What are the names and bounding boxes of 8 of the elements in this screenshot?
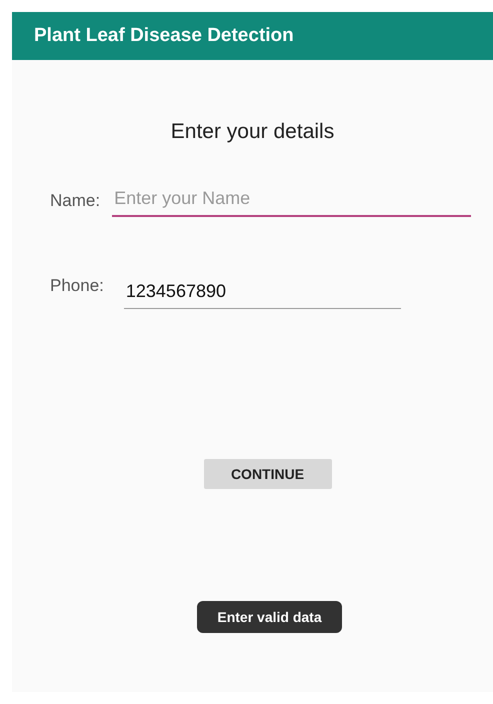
app-title: Plant Leaf Disease Detection: [34, 25, 294, 47]
input-field[interactable]: 1234567890: [124, 277, 401, 309]
field-label: Phone:: [50, 276, 104, 296]
input-field[interactable]: Enter your Name: [112, 184, 472, 217]
toast-message: Enter valid data: [197, 601, 342, 633]
form-heading: Enter your details: [170, 120, 336, 144]
continue-button[interactable]: CONTINUE: [204, 459, 332, 489]
field-label: Name:: [50, 190, 100, 210]
